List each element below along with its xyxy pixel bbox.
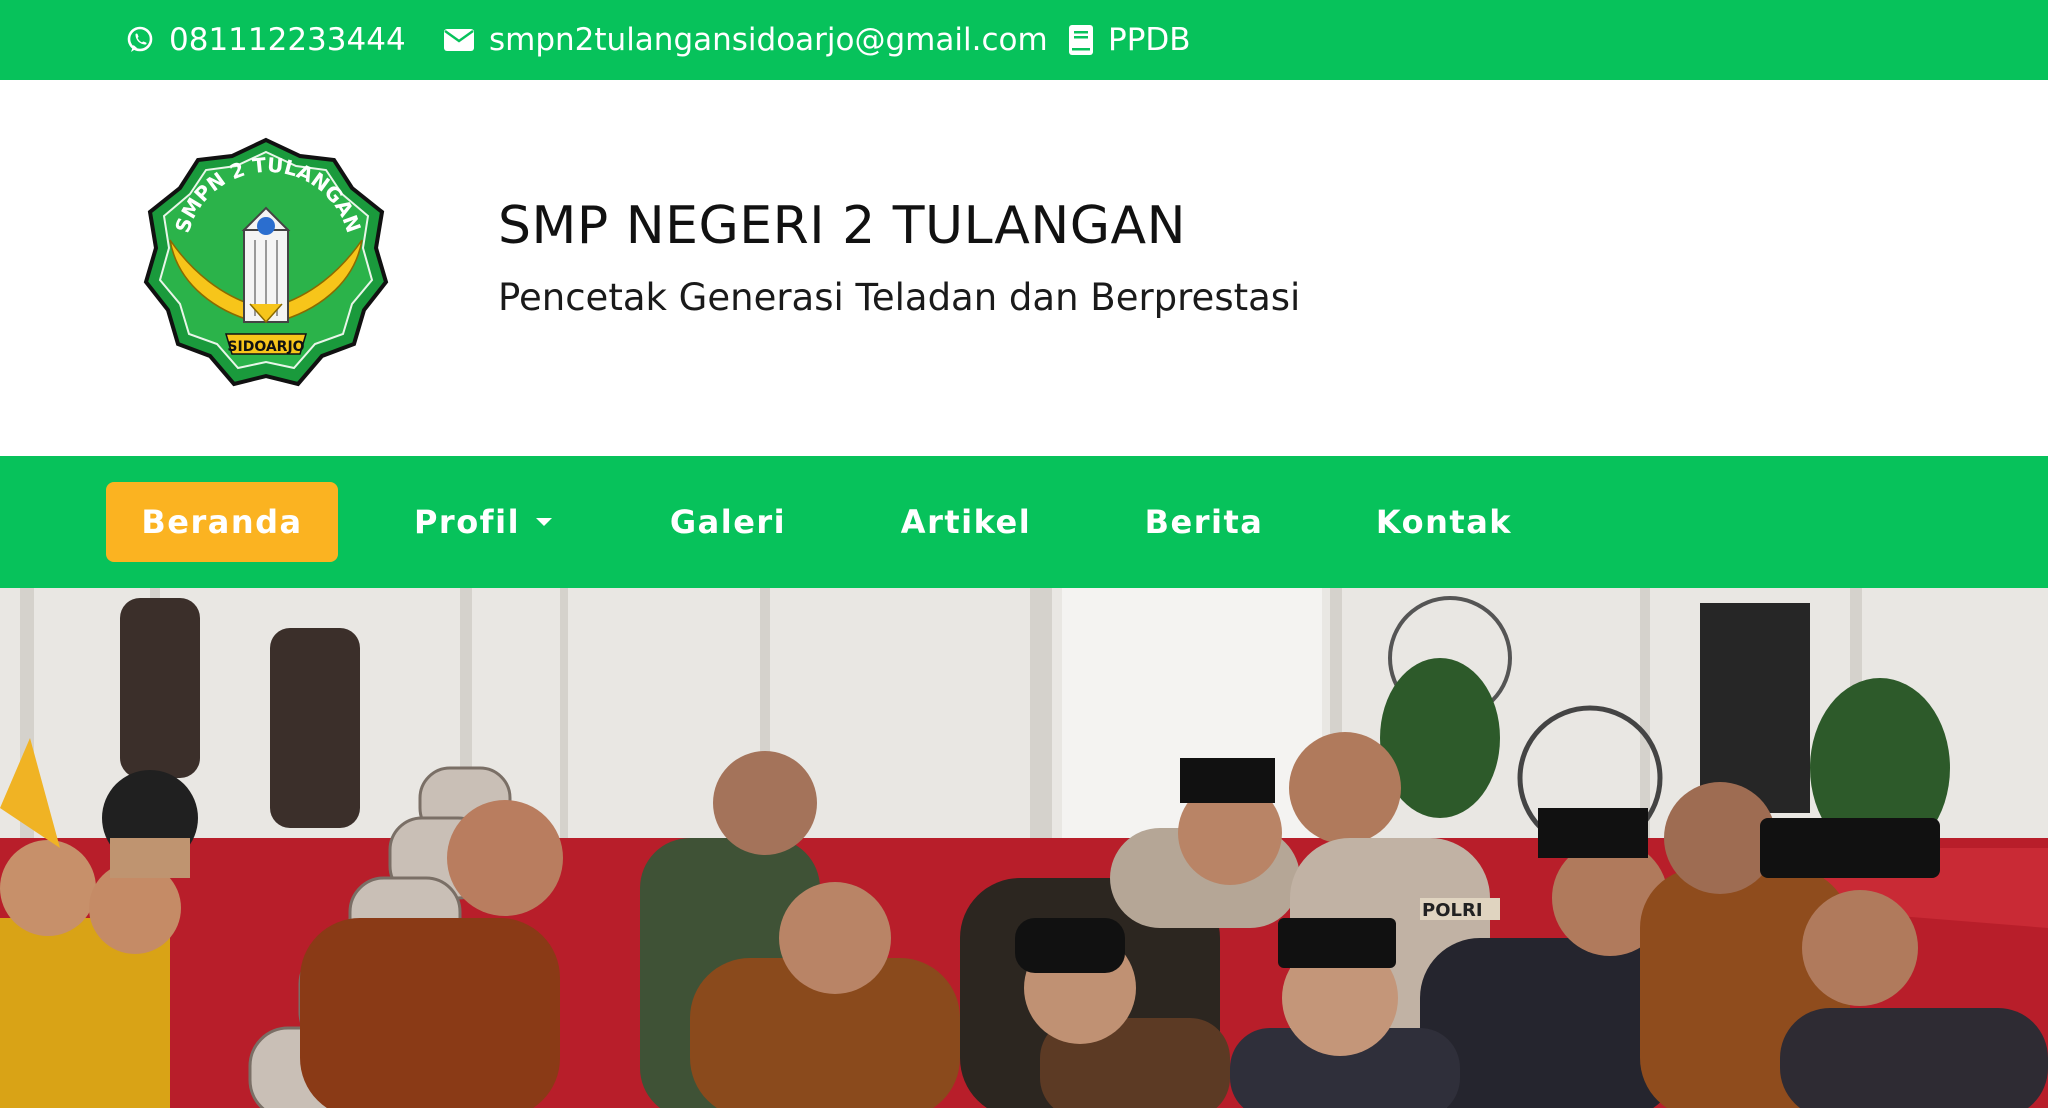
- top-contact-bar: 081112233444 smpn2tulangansidoarjo@gmail…: [0, 0, 2048, 80]
- ppdb-label: PPDB: [1108, 22, 1191, 58]
- nav-item-kontak[interactable]: Kontak: [1374, 482, 1514, 562]
- nav-label: Beranda: [141, 503, 303, 541]
- envelope-icon: [443, 27, 475, 53]
- main-navigation: Beranda Profil Galeri Artikel Berita Kon…: [0, 456, 2048, 588]
- logo-text-bottom: SIDOARJO: [227, 339, 304, 355]
- book-icon: [1068, 24, 1094, 56]
- ppdb-link[interactable]: PPDB: [1068, 0, 1191, 80]
- nav-item-profil[interactable]: Profil: [408, 482, 558, 562]
- nav-item-berita[interactable]: Berita: [1134, 482, 1274, 562]
- nav-item-galeri[interactable]: Galeri: [660, 482, 796, 562]
- nav-label: Artikel: [900, 503, 1032, 541]
- nav-label: Galeri: [669, 503, 787, 541]
- nav-label: Berita: [1144, 503, 1264, 541]
- phone-contact[interactable]: 081112233444: [125, 0, 406, 80]
- email-contact[interactable]: smpn2tulangansidoarjo@gmail.com: [443, 0, 1048, 80]
- email-address: smpn2tulangansidoarjo@gmail.com: [489, 22, 1048, 58]
- hero-photo: POLRI: [0, 588, 2048, 1108]
- school-motto: Pencetak Generasi Teladan dan Berprestas…: [498, 276, 1301, 319]
- chevron-down-icon: [536, 518, 553, 526]
- nav-label: Kontak: [1375, 503, 1513, 541]
- school-name: SMP NEGERI 2 TULANGAN: [498, 196, 1186, 256]
- phone-number: 081112233444: [169, 22, 406, 58]
- whatsapp-icon: [125, 25, 155, 55]
- nav-item-beranda[interactable]: Beranda: [106, 482, 338, 562]
- site-header: SMPN 2 TULANGAN SIDOARJO SMP NEGERI 2 TU…: [0, 80, 2048, 456]
- nav-item-artikel[interactable]: Artikel: [896, 482, 1036, 562]
- nav-label: Profil: [413, 503, 521, 541]
- school-logo[interactable]: SMPN 2 TULANGAN SIDOARJO: [138, 136, 394, 400]
- police-badge-text: POLRI: [1422, 900, 1483, 921]
